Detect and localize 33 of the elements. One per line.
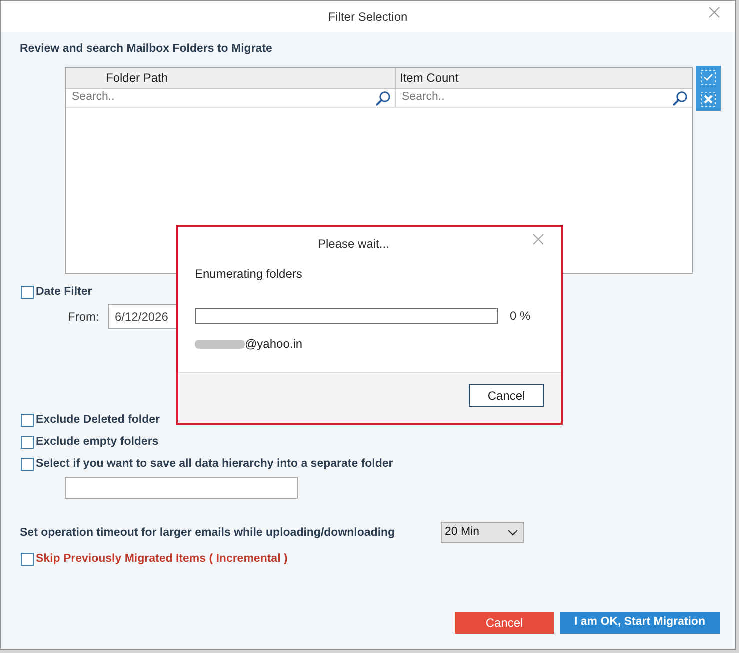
search-icon[interactable] — [376, 90, 391, 106]
field-label: From: — [68, 308, 100, 326]
checkbox[interactable] — [21, 414, 34, 426]
dashed-check-icon[interactable] — [701, 70, 716, 85]
account-email: @yahoo.in — [245, 336, 303, 352]
cancel-button[interactable]: Cancel — [469, 384, 544, 407]
status-message: Enumerating folders — [195, 266, 302, 282]
close-icon[interactable] — [533, 234, 544, 245]
column-header[interactable]: Item Count — [400, 69, 459, 87]
checkbox-label[interactable]: Select if you want to save all data hierarchy into a separate folder — [36, 456, 394, 472]
redacted-block — [195, 340, 245, 348]
section-heading: Review and search Mailbox Folders to Migrate — [20, 42, 274, 57]
checkbox[interactable] — [21, 286, 34, 298]
progress-percent: 0 % — [510, 308, 531, 325]
folder-name-field[interactable] — [65, 477, 298, 499]
checkbox-label[interactable]: Exclude empty folders — [36, 434, 159, 450]
checkbox-label[interactable]: Skip Previously Migrated Items ( Incremental ) — [36, 551, 288, 567]
checkbox[interactable] — [21, 458, 34, 470]
checkbox[interactable] — [21, 436, 34, 448]
timeout-label: Set operation timeout for larger emails while uploading/downloading — [20, 526, 396, 540]
checkbox-label[interactable]: Date Filter — [36, 284, 92, 300]
chevron-down-icon — [508, 530, 518, 536]
search-icon[interactable] — [673, 90, 688, 106]
cancel-button[interactable]: Cancel — [455, 612, 554, 634]
column-header[interactable]: Folder Path — [106, 69, 168, 87]
start-migration-button[interactable]: I am OK, Start Migration — [560, 612, 720, 634]
dialog-title: Please wait... — [318, 236, 390, 252]
close-icon[interactable] — [709, 7, 720, 18]
window-title: Filter Selection — [328, 8, 408, 26]
checkbox[interactable] — [21, 552, 34, 566]
checkbox-label[interactable]: Exclude Deleted folder — [36, 412, 160, 428]
timeout-dropdown[interactable]: 20 Min — [441, 522, 524, 543]
dashed-x-icon[interactable] — [701, 92, 716, 107]
